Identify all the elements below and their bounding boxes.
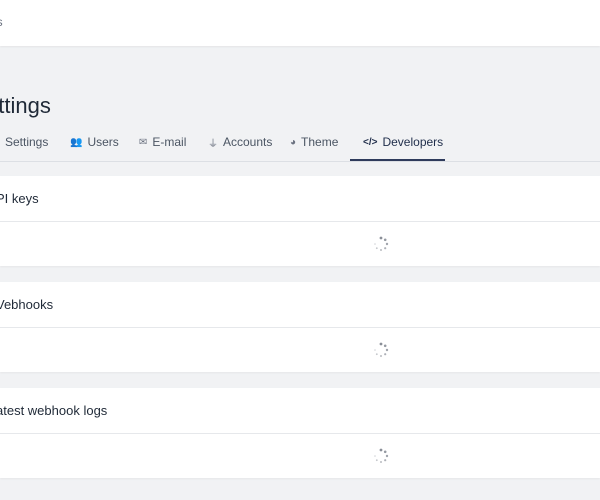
card-body (0, 222, 600, 266)
tab-settings[interactable]: Settings (5, 124, 48, 160)
page-title: ettings (0, 92, 51, 118)
loading-spinner-icon (374, 448, 389, 463)
breadcrumb[interactable]: gs (0, 15, 3, 29)
tab-users[interactable]: 👥 Users (70, 124, 119, 160)
code-icon: </> (363, 136, 378, 148)
card-header: Vebhooks (0, 282, 600, 328)
tab-theme[interactable]: ◕ Theme (290, 124, 338, 160)
tab-label: E-mail (152, 135, 187, 149)
card-title: PI keys (0, 191, 39, 206)
tab-accounts[interactable]: ⏚ Accounts (208, 124, 272, 160)
palette-icon: ◕ (290, 136, 297, 148)
card-title: atest webhook logs (0, 403, 108, 418)
card-header: atest webhook logs (0, 388, 600, 434)
webhooks-card: Vebhooks (0, 282, 600, 372)
top-bar: gs (0, 0, 600, 46)
active-tab-indicator (350, 159, 445, 161)
tab-label: Developers (382, 135, 444, 149)
card-body (0, 434, 600, 478)
tab-developers[interactable]: </> Developers (363, 124, 443, 160)
tab-label: Accounts (223, 135, 273, 149)
card-body (0, 328, 600, 372)
api-keys-card: PI keys (0, 176, 600, 266)
tab-email[interactable]: ✉ E-mail (139, 124, 186, 160)
webhook-logs-card: atest webhook logs (0, 388, 600, 478)
loading-spinner-icon (374, 236, 389, 251)
tab-label: Users (87, 135, 119, 149)
tab-label: Settings (5, 135, 49, 149)
settings-tabs: Settings 👥 Users ✉ E-mail ⏚ Accounts ◕ T… (0, 124, 600, 162)
users-icon: 👥 (70, 136, 83, 148)
envelope-icon: ✉ (139, 136, 148, 148)
tab-label: Theme (301, 135, 339, 149)
plug-icon: ⏚ (208, 138, 218, 150)
loading-spinner-icon (374, 342, 389, 357)
card-header: PI keys (0, 176, 600, 222)
card-title: Vebhooks (0, 297, 54, 312)
